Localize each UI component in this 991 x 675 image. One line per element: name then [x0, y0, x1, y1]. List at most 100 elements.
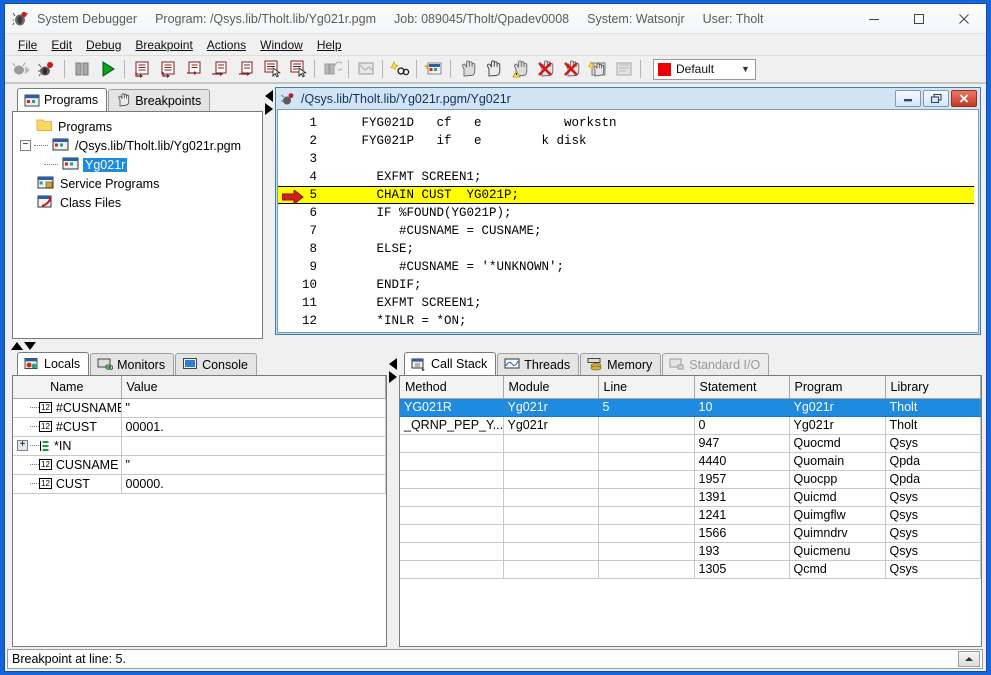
- horizontal-splitter[interactable]: [263, 84, 275, 339]
- add-breakpoint-icon[interactable]: [387, 57, 413, 81]
- splitter-collapse-up-icon[interactable]: [11, 341, 23, 350]
- chevron-down-icon[interactable]: ▼: [738, 64, 753, 74]
- callstack-row[interactable]: 1305 Qcmd Qsys: [400, 560, 981, 579]
- breakpoint-list-icon[interactable]: [611, 57, 637, 81]
- tree-node-module[interactable]: Yg021r: [16, 155, 259, 174]
- code-line[interactable]: 9 #CUSNAME = '*UNKNOWN';: [278, 258, 978, 276]
- locals-cell-value[interactable]: ": [121, 455, 386, 475]
- breakpoint-set-icon[interactable]: [455, 57, 481, 81]
- callstack-row-selected[interactable]: YG021R Yg021r 5 10 Yg021r Tholt: [400, 398, 981, 417]
- window-minimize-button[interactable]: [851, 4, 896, 33]
- locals-expander[interactable]: +: [17, 440, 28, 451]
- code-line[interactable]: 6 IF %FOUND(YG021P);: [278, 204, 978, 222]
- tab-monitors[interactable]: Monitors: [90, 353, 175, 375]
- source-restore-button[interactable]: [923, 90, 949, 107]
- bottom-splitter-collapse-right-icon[interactable]: [389, 371, 397, 383]
- debug-bug-icon[interactable]: [35, 57, 61, 81]
- locals-row[interactable]: 12 CUST 00000.: [13, 474, 386, 494]
- code-line[interactable]: 3: [278, 150, 978, 168]
- step-return-icon[interactable]: [181, 57, 207, 81]
- breakpoint-conditional-icon[interactable]: [507, 57, 533, 81]
- status-scroll-button[interactable]: [958, 651, 980, 667]
- menu-breakpoint[interactable]: Breakpoint: [128, 36, 199, 54]
- locals-row[interactable]: + *IN: [13, 436, 386, 456]
- menu-debug[interactable]: Debug: [79, 36, 128, 54]
- breakpoint-remove-all-icon[interactable]: [559, 57, 585, 81]
- tab-call-stack[interactable]: Call Stack: [404, 352, 497, 375]
- step-into-icon[interactable]: [129, 57, 155, 81]
- watch-variable-icon[interactable]: [421, 57, 447, 81]
- splitter-collapse-left-icon[interactable]: [265, 90, 273, 102]
- locals-cell-value[interactable]: [121, 436, 386, 456]
- callstack-col-library[interactable]: Library: [885, 376, 981, 399]
- tab-console[interactable]: Console: [175, 353, 257, 375]
- run-to-location-icon[interactable]: [285, 57, 311, 81]
- breakpoint-toggle-icon[interactable]: [585, 57, 611, 81]
- callstack-col-statement[interactable]: Statement: [694, 376, 790, 399]
- callstack-col-module[interactable]: Module: [503, 376, 599, 399]
- callstack-row[interactable]: 947 Quocmd Qsys: [400, 434, 981, 453]
- callstack-row[interactable]: 1391 Quicmd Qsys: [400, 488, 981, 507]
- callstack-row[interactable]: _QRNP_PEP_Y... Yg021r 0 Yg021r Tholt: [400, 416, 981, 435]
- tab-threads[interactable]: Threads: [497, 353, 580, 375]
- code-line[interactable]: 2 FYG021P if e k disk: [278, 132, 978, 150]
- callstack-row[interactable]: 1957 Quocpp Qpda: [400, 470, 981, 489]
- locals-row[interactable]: 12 #CUST 00001.: [13, 417, 386, 437]
- vertical-splitter[interactable]: [5, 339, 986, 352]
- splitter-collapse-right-icon[interactable]: [265, 103, 273, 115]
- run-to-cursor-icon[interactable]: [259, 57, 285, 81]
- tab-locals[interactable]: Locals: [17, 352, 90, 375]
- bottom-splitter-collapse-left-icon[interactable]: [389, 358, 397, 370]
- tab-breakpoints[interactable]: Breakpoints: [108, 89, 211, 111]
- callstack-row[interactable]: 193 Quicmenu Qsys: [400, 542, 981, 561]
- locals-col-name[interactable]: Name: [13, 376, 122, 399]
- view-select[interactable]: Default ▼: [653, 58, 756, 80]
- splitter-collapse-down-icon[interactable]: [24, 341, 36, 350]
- run-icon[interactable]: [95, 57, 121, 81]
- tree-node-programs[interactable]: Programs: [16, 117, 259, 136]
- menu-window[interactable]: Window: [253, 36, 310, 54]
- locals-col-value[interactable]: Value: [121, 376, 386, 399]
- locals-cell-value[interactable]: 00001.: [121, 417, 386, 437]
- tree-node-class-files[interactable]: Class Files: [16, 193, 259, 212]
- step-out-icon[interactable]: [207, 57, 233, 81]
- breakpoint-remove-icon[interactable]: [533, 57, 559, 81]
- tab-programs[interactable]: Programs: [17, 88, 108, 111]
- menu-help[interactable]: Help: [310, 36, 349, 54]
- step-next-icon[interactable]: [233, 57, 259, 81]
- tree-node-program-pgm[interactable]: − /Qsys.lib/Tholt.lib/Yg021r.pgm: [16, 136, 259, 155]
- code-line[interactable]: 4 EXFMT SCREEN1;: [278, 168, 978, 186]
- source-minimize-button[interactable]: [895, 90, 921, 107]
- locals-cell-value[interactable]: ": [121, 398, 386, 418]
- callstack-row[interactable]: 4440 Quomain Qpda: [400, 452, 981, 471]
- code-line-current[interactable]: 5 CHAIN CUST YG021P;: [278, 186, 974, 206]
- menu-edit[interactable]: Edit: [44, 36, 79, 54]
- tab-memory[interactable]: Memory: [580, 353, 662, 375]
- pause-icon[interactable]: [69, 57, 95, 81]
- code-line[interactable]: 11 EXFMT SCREEN1;: [278, 294, 978, 312]
- tree-expander[interactable]: −: [20, 140, 31, 151]
- callstack-col-method[interactable]: Method: [400, 376, 504, 399]
- tab-standard-io[interactable]: Standard I/O: [662, 353, 770, 375]
- locals-cell-value[interactable]: 00000.: [121, 474, 386, 494]
- new-monitor-icon[interactable]: [353, 57, 379, 81]
- callstack-row[interactable]: 1241 Quimgflw Qsys: [400, 506, 981, 525]
- callstack-row[interactable]: 1566 Quimndrv Qsys: [400, 524, 981, 543]
- step-over-icon[interactable]: [155, 57, 181, 81]
- code-line[interactable]: 7 #CUSNAME = CUSNAME;: [278, 222, 978, 240]
- debug-run-icon[interactable]: [9, 57, 35, 81]
- locals-row[interactable]: 12 #CUSNAME ": [13, 398, 386, 418]
- breakpoint-disabled-icon[interactable]: [481, 57, 507, 81]
- window-close-button[interactable]: [941, 4, 986, 33]
- locals-row[interactable]: 12 CUSNAME ": [13, 455, 386, 475]
- code-line[interactable]: 10 ENDIF;: [278, 276, 978, 294]
- source-code-view[interactable]: 1 FYG021D cf e workstn 2 FYG021P if e k d…: [277, 109, 979, 333]
- menu-actions[interactable]: Actions: [200, 36, 253, 54]
- callstack-col-line[interactable]: Line: [598, 376, 695, 399]
- code-line[interactable]: 8 ELSE;: [278, 240, 978, 258]
- bottom-horizontal-splitter[interactable]: [387, 352, 399, 647]
- menu-file[interactable]: File: [11, 36, 44, 54]
- tree-node-service-programs[interactable]: Service Programs: [16, 174, 259, 193]
- callstack-col-program[interactable]: Program: [789, 376, 886, 399]
- stop-icon[interactable]: [319, 57, 345, 81]
